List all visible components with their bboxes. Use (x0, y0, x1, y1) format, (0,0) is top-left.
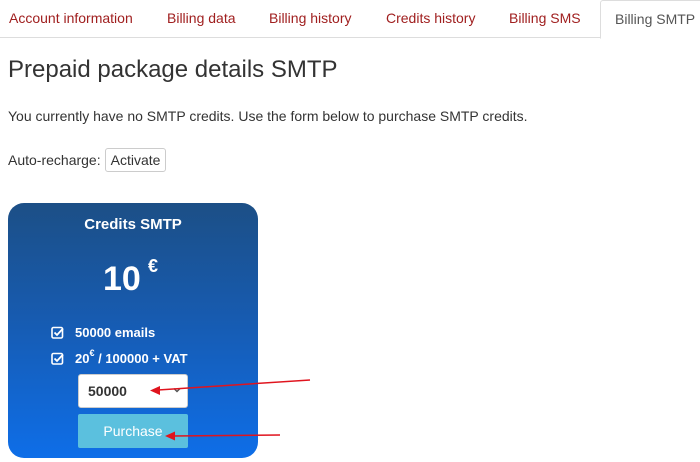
quantity-select-value: 50000 (88, 383, 127, 399)
purchase-button[interactable]: Purchase (78, 414, 188, 448)
page-title: Prepaid package details SMTP (8, 56, 338, 83)
feature-emails: 50000 emails (51, 323, 155, 341)
feature-rate: 20 € / 100000 + VAT (51, 348, 188, 367)
feature-emails-text: 50000 emails (75, 324, 156, 340)
checkbox-checked-icon (51, 352, 64, 365)
feature-rate-amount: 20 (75, 350, 90, 366)
feature-rate-currency: € (89, 348, 95, 358)
tab-billing-smtp[interactable]: Billing SMTP (600, 0, 700, 39)
tab-billing-sms[interactable]: Billing SMS (509, 0, 581, 38)
card-title: Credits SMTP (84, 216, 182, 233)
feature-rate-text: / 100000 + VAT (94, 350, 188, 366)
quantity-select[interactable]: 50000 (78, 374, 188, 408)
price-amount: 10 (103, 260, 141, 298)
account-tabs: Account information Billing data Billing… (0, 0, 700, 39)
chevron-down-icon (173, 387, 181, 393)
price-currency: € (148, 256, 159, 276)
checkbox-checked-icon (51, 326, 64, 339)
tab-billing-data[interactable]: Billing data (167, 0, 236, 38)
auto-recharge-label: Auto-recharge: (8, 152, 101, 168)
tab-credits-history[interactable]: Credits history (386, 0, 475, 38)
info-text: You currently have no SMTP credits. Use … (8, 108, 528, 124)
tab-billing-history[interactable]: Billing history (269, 0, 351, 38)
activate-button[interactable]: Activate (104, 148, 167, 172)
tab-account-information[interactable]: Account information (9, 0, 133, 38)
auto-recharge-row: Auto-recharge: Activate (8, 148, 167, 172)
